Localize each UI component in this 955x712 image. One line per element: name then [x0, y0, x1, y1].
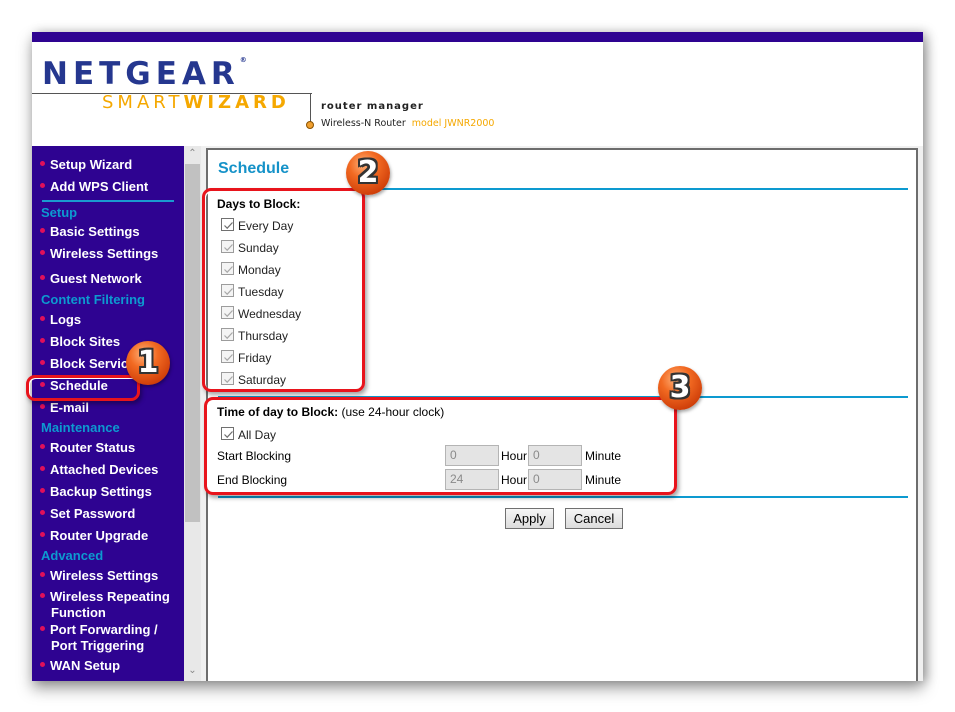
- bullet-icon: [40, 338, 45, 344]
- nav-wireless-repeating[interactable]: Wireless Repeating Function: [40, 589, 170, 621]
- annotation-badge-1: 1: [126, 341, 170, 385]
- nav-logs[interactable]: Logs: [40, 312, 81, 328]
- annotation-badge-3: 3: [658, 366, 702, 410]
- smartwizard-logo: SMARTWIZARD: [102, 92, 290, 113]
- header: NETGEAR® SMARTWIZARD router manager Wire…: [32, 42, 923, 146]
- bullet-icon: [40, 404, 45, 410]
- nav-setup-wizard[interactable]: Setup Wizard: [40, 157, 132, 173]
- bullet-icon: [40, 662, 45, 668]
- scrollbar-thumb[interactable]: [185, 164, 200, 522]
- bullet-icon: [40, 275, 45, 281]
- nav-add-wps-client[interactable]: Add WPS Client: [40, 179, 148, 195]
- bullet-icon: [40, 626, 45, 632]
- top-bar: [32, 32, 923, 42]
- nav-attached-devices[interactable]: Attached Devices: [40, 462, 158, 478]
- bullet-icon: [40, 466, 45, 472]
- nav-router-upgrade[interactable]: Router Upgrade: [40, 528, 148, 544]
- nav-section-advanced: Advanced: [41, 548, 104, 563]
- nav-divider: [42, 200, 174, 202]
- bullet-icon: [40, 228, 45, 234]
- nav-guest-network[interactable]: Guest Network: [40, 271, 142, 287]
- bullet-icon: [40, 444, 45, 450]
- bullet-icon: [40, 532, 45, 538]
- nav-set-password[interactable]: Set Password: [40, 506, 135, 522]
- sidebar-nav: Setup Wizard Add WPS Client Setup Basic …: [32, 146, 184, 681]
- nav-advanced-wireless-settings[interactable]: Wireless Settings: [40, 568, 158, 584]
- netgear-logo: NETGEAR®: [42, 56, 247, 92]
- sidebar-scrollbar[interactable]: ⌃ ⌄: [184, 146, 201, 681]
- bullet-icon: [40, 250, 45, 256]
- annotation-highlight-days: [202, 188, 365, 392]
- bullet-icon: [40, 488, 45, 494]
- bullet-icon: [40, 360, 45, 366]
- router-manager-label: router manager: [321, 101, 424, 112]
- nav-section-setup: Setup: [41, 205, 78, 220]
- apply-button[interactable]: Apply: [505, 508, 554, 529]
- router-model-label: Wireless-N Router model JWNR2000: [321, 118, 495, 129]
- nav-router-status[interactable]: Router Status: [40, 440, 135, 456]
- logo-dot-icon: [306, 121, 314, 129]
- annotation-badge-2: 2: [346, 151, 390, 195]
- cancel-button[interactable]: Cancel: [565, 508, 623, 529]
- chevron-up-icon[interactable]: ⌃: [184, 148, 201, 162]
- bullet-icon: [40, 593, 45, 599]
- bullet-icon: [40, 572, 45, 578]
- nav-section-content-filtering: Content Filtering: [41, 292, 145, 307]
- nav-block-sites[interactable]: Block Sites: [40, 334, 120, 350]
- bullet-icon: [40, 183, 45, 189]
- nav-email[interactable]: E-mail: [40, 400, 89, 416]
- logo-line-vertical: [310, 93, 311, 123]
- annotation-highlight-schedule: [26, 375, 140, 401]
- bullet-icon: [40, 510, 45, 516]
- bullet-icon: [40, 161, 45, 167]
- chevron-down-icon[interactable]: ⌄: [184, 665, 201, 679]
- nav-section-maintenance: Maintenance: [41, 420, 120, 435]
- nav-wireless-settings[interactable]: Wireless Settings: [40, 246, 158, 262]
- page-title: Schedule: [218, 160, 290, 177]
- router-admin-window: NETGEAR® SMARTWIZARD router manager Wire…: [26, 32, 923, 681]
- nav-backup-settings[interactable]: Backup Settings: [40, 484, 152, 500]
- nav-wan-setup[interactable]: WAN Setup: [40, 658, 120, 674]
- nav-port-forwarding[interactable]: Port Forwarding / Port Triggering: [40, 622, 158, 654]
- nav-basic-settings[interactable]: Basic Settings: [40, 224, 140, 240]
- bullet-icon: [40, 316, 45, 322]
- bottom-rule: [218, 496, 908, 498]
- annotation-highlight-time: [204, 397, 677, 495]
